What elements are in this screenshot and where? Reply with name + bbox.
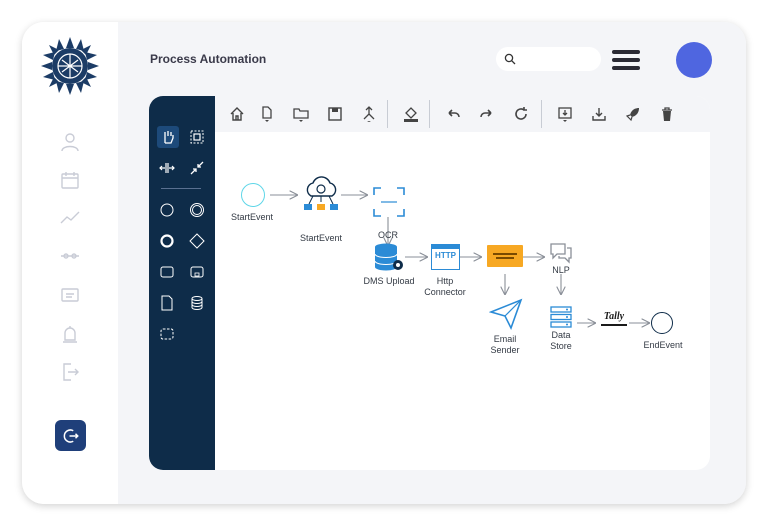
slider-icon[interactable] (58, 244, 82, 268)
toolbar (215, 96, 710, 132)
http-connector-icon[interactable]: HTTP (431, 244, 460, 270)
redo-icon[interactable] (477, 104, 497, 124)
extraction-task-text-line (496, 257, 514, 259)
fill-icon[interactable] (401, 104, 421, 124)
file-icon[interactable] (257, 104, 277, 124)
data-object-icon[interactable] (157, 293, 177, 313)
toolbar-separator (541, 100, 542, 128)
connect-icon[interactable] (187, 158, 207, 178)
data-store-label-line1: Data (551, 330, 571, 340)
message-icon[interactable] (58, 284, 82, 308)
extraction-task-text-line (493, 253, 517, 255)
data-store-icon[interactable] (187, 293, 207, 313)
http-badge-text: HTTP (435, 251, 456, 260)
lasso-icon[interactable] (187, 127, 207, 147)
end-event-label: EndEvent (643, 340, 683, 350)
chart-icon[interactable] (58, 206, 82, 230)
search-icon (504, 53, 516, 65)
trash-icon[interactable] (657, 104, 677, 124)
data-store-node-icon[interactable] (549, 305, 573, 329)
bpmn-diagram: StartEvent StartEvent OCR DMS Upload HTT… (215, 132, 710, 470)
cloud-node-icon[interactable] (301, 174, 341, 214)
user-icon[interactable] (58, 130, 82, 154)
http-connector-label: Http Connector (411, 276, 479, 298)
nlp-label: NLP (552, 265, 570, 275)
alarm-icon[interactable] (58, 322, 82, 346)
subprocess-icon[interactable] (187, 262, 207, 282)
folder-icon[interactable] (291, 104, 311, 124)
save-icon[interactable] (325, 104, 345, 124)
page-title: Process Automation (150, 52, 267, 66)
space-tool-icon[interactable] (157, 158, 177, 178)
end-event-icon[interactable] (157, 231, 177, 251)
avatar[interactable] (676, 42, 712, 78)
group-icon[interactable] (157, 324, 177, 344)
toolbar-separator (429, 100, 430, 128)
hand-tool-icon[interactable] (157, 126, 179, 148)
toolbar-separator (387, 100, 388, 128)
calendar-icon[interactable] (58, 168, 82, 192)
intermediate-event-icon[interactable] (187, 200, 207, 220)
end-event-node[interactable] (651, 312, 673, 334)
home-icon[interactable] (227, 104, 247, 124)
ocr-label: OCR (378, 230, 398, 240)
email-sender-label-line2: Sender (490, 345, 520, 355)
logout-icon (63, 428, 79, 443)
logout-button[interactable] (55, 420, 86, 451)
http-connector-label-line1: Http (436, 276, 454, 286)
undo-icon[interactable] (443, 104, 463, 124)
search-input[interactable] (496, 47, 601, 71)
download-icon[interactable] (589, 104, 609, 124)
exit-icon[interactable] (58, 360, 82, 384)
nlp-icon[interactable] (549, 242, 573, 264)
data-store-label-line2: Store (550, 341, 572, 351)
start-event-icon[interactable] (157, 200, 177, 220)
email-sender-label-line1: Email (493, 334, 517, 344)
hamburger-menu-icon[interactable] (612, 50, 640, 70)
rocket-icon[interactable] (623, 104, 643, 124)
start-event-label: StartEvent (230, 212, 274, 222)
ocr-node-icon[interactable] (372, 186, 406, 218)
diagram-connectors (270, 132, 710, 470)
http-connector-label-line2: Connector (424, 287, 466, 297)
task-icon[interactable] (157, 262, 177, 282)
main-area: Process Automation StartEvent StartEvent… (118, 22, 746, 504)
tally-logo-text: Tally (603, 311, 625, 322)
palette-divider (161, 188, 201, 189)
email-sender-icon[interactable] (488, 298, 523, 331)
logo (40, 36, 100, 96)
import-icon[interactable] (555, 104, 575, 124)
email-sender-label: Email Sender (475, 334, 535, 356)
data-store-label: Data Store (537, 330, 585, 352)
start-event-node[interactable] (241, 183, 265, 207)
process-canvas: StartEvent StartEvent OCR DMS Upload HTT… (149, 96, 710, 470)
extraction-task-node[interactable] (487, 245, 523, 267)
dms-upload-icon[interactable] (373, 243, 405, 273)
refresh-icon[interactable] (511, 104, 531, 124)
gateway-icon[interactable] (187, 231, 207, 251)
tool-palette (149, 96, 215, 470)
cloud-node-label: StartEvent (299, 233, 343, 243)
left-rail (22, 22, 118, 504)
tally-logo[interactable]: Tally (599, 312, 629, 330)
merge-icon[interactable] (359, 104, 379, 124)
app-frame: Process Automation StartEvent StartEvent… (22, 22, 746, 504)
tally-logo-tagline (601, 324, 627, 326)
